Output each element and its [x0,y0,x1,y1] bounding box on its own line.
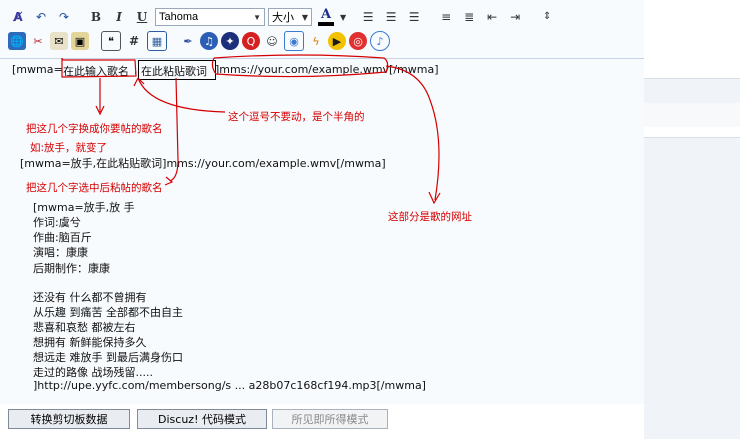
audio-icon[interactable]: ♫ [200,32,218,50]
editor-textarea[interactable]: [mwma= 在此输入歌名 , 在此粘贴歌词 ]mms://your.com/e… [0,58,644,405]
align-right-icon[interactable]: ☰ [404,7,424,27]
comma-separator: , [134,63,138,76]
insert-link-icon[interactable]: 🌐 [8,32,26,50]
remove-link-icon[interactable]: ✂ [29,32,47,50]
lyrics-url-line: ]http://upe.yyfc.com/membersong/s ... a2… [33,379,426,392]
music-box-icon[interactable]: ♪ [370,31,390,51]
side-panel [644,0,740,439]
align-left-icon[interactable]: ☰ [358,7,378,27]
lyrics-line-6: 走过的路像 战场残留..... [33,366,153,379]
realplayer-icon[interactable]: ◎ [349,32,367,50]
font-color-button[interactable]: A [315,7,337,27]
lyrics-line-5: 想远走 难放手 到最后满身伤口 [33,351,183,364]
insert-quote-icon[interactable]: ❝ [101,31,121,51]
toolbar-row-insert: 🌐 ✂ ✉ ▣ ❝ # ▦ ✒ ♫ ✦ Q ☺ ◉ ϟ ▶ ◎ ♪ [8,30,390,52]
tip-icon[interactable]: ◉ [284,31,304,51]
undo-icon[interactable]: ↶ [31,7,51,27]
mwma-prefix: [mwma= [12,63,63,76]
lyrics-line-2: 从乐趣 到痛苦 全部都不由自主 [33,306,183,319]
remove-format-icon[interactable]: A̸ [8,7,28,27]
expand-collapse-icon[interactable]: ⇕ [537,7,557,27]
font-family-value: Tahoma [159,11,199,23]
wysiwyg-mode-button[interactable]: 所见即所得模式 [272,409,388,429]
side-panel-top [644,0,740,78]
underline-button[interactable]: U [132,7,152,27]
lyrics-header-line-1: [mwma=放手,放 手 [33,201,135,214]
italic-button[interactable]: I [109,7,129,27]
insert-image-icon[interactable]: ▣ [71,32,89,50]
side-panel-row-2 [644,103,740,127]
font-color-swatch [318,22,334,26]
real-media-icon[interactable]: ✦ [221,32,239,50]
font-family-select[interactable]: Tahoma ▼ [155,8,265,26]
mwma-url-suffix: ]mms://your.com/example.wmv[/mwma] [215,63,439,76]
outdent-icon[interactable]: ⇤ [482,7,502,27]
winamp-icon[interactable]: ϟ [307,32,325,50]
toolbar-row-format: A̸ ↶ ↷ B I U Tahoma ▼ 大小 ▼ A ▼ ☰ ☰ ☰ ≡ ≣… [8,6,557,28]
side-panel-row-1 [644,78,740,103]
lyrics-line-3: 悲喜和哀愁 都被左右 [33,321,136,334]
flash-icon[interactable]: ✒ [179,32,197,50]
annotation-comma-note: 这个逗号不要动，是个半角的 [228,111,365,123]
emoticon-icon[interactable]: ☺ [263,32,281,50]
bold-button[interactable]: B [86,7,106,27]
side-panel-gap [644,127,740,137]
unordered-list-icon[interactable]: ≣ [459,7,479,27]
annotation-replace-name: 把这几个字换成你要帖的歌名 [26,123,163,135]
lyrics-header-line-3: 作曲:脑百斤 [33,231,92,244]
annotation-url-note: 这部分是歌的网址 [388,211,472,223]
media-player-icon[interactable]: ▶ [328,32,346,50]
indent-icon[interactable]: ⇥ [505,7,525,27]
mode-bar: 转换剪切板数据 Discuz! 代码模式 所见即所得模式 [0,404,644,438]
chevron-down-icon: ▼ [301,12,308,22]
chevron-down-icon: ▼ [253,12,261,22]
insert-table-icon[interactable]: ▦ [147,31,167,51]
discuz-code-mode-button[interactable]: Discuz! 代码模式 [137,409,267,429]
lyrics-header-line-4: 演唱：康康 [33,246,88,259]
lyrics-header-line-2: 作词:虞兮 [33,216,81,229]
font-size-select[interactable]: 大小 ▼ [268,8,312,26]
convert-clipboard-button[interactable]: 转换剪切板数据 [8,409,130,429]
side-panel-body [644,137,740,439]
annotation-example: 如:放手，就变了 [30,142,108,154]
lyrics-line-4: 想拥有 新鲜能保持多久 [33,336,147,349]
lyrics-line-1: 还没有 什么都不曾拥有 [33,291,147,304]
editor-toolbar: A̸ ↶ ↷ B I U Tahoma ▼ 大小 ▼ A ▼ ☰ ☰ ☰ ≡ ≣… [0,0,644,58]
redo-icon[interactable]: ↷ [54,7,74,27]
font-color-letter: A [320,7,332,22]
insert-code-icon[interactable]: # [124,31,144,51]
font-size-value: 大小 [272,11,294,24]
annotation-select-paste: 把这几个字选中后粘帖的歌名 [26,182,163,194]
song-name-placeholder: 在此输入歌名 [63,65,129,78]
lyrics-box [138,60,216,80]
align-center-icon[interactable]: ☰ [381,7,401,27]
qq-icon[interactable]: Q [242,32,260,50]
example-line: [mwma=放手,在此粘贴歌词]mms://your.com/example.w… [20,157,386,170]
ordered-list-icon[interactable]: ≡ [436,7,456,27]
lyrics-header-line-5: 后期制作：康康 [33,262,110,275]
color-dropdown-icon[interactable]: ▼ [340,13,346,22]
insert-email-icon[interactable]: ✉ [50,32,68,50]
